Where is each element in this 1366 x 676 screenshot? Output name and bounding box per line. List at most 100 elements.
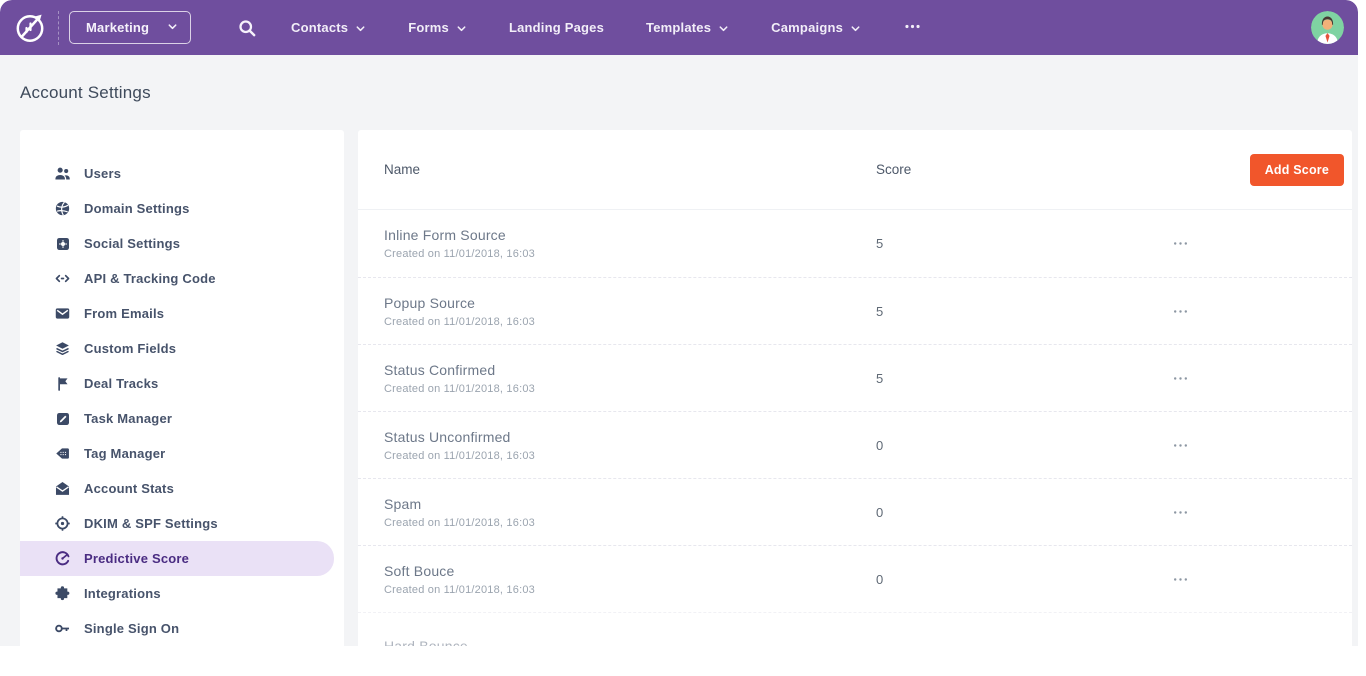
sidebar-item-single-sign-on[interactable]: Single Sign On bbox=[20, 611, 334, 646]
social-gear-icon bbox=[54, 235, 71, 252]
predictive-score-panel: Name Score Add Score Inline Form Source C… bbox=[358, 130, 1352, 646]
row-name-cell: Inline Form Source Created on 11/01/2018,… bbox=[384, 227, 876, 260]
row-menu-button[interactable] bbox=[1172, 370, 1196, 387]
nav-item-label: Forms bbox=[408, 20, 449, 35]
engagebay-logo[interactable] bbox=[12, 9, 50, 47]
row-score-value: 0 bbox=[876, 505, 1172, 520]
sidebar-item-label: Domain Settings bbox=[84, 201, 190, 216]
nav-item-label: Landing Pages bbox=[509, 20, 604, 35]
score-row-status-confirmed: Status Confirmed Created on 11/01/2018, 1… bbox=[358, 344, 1352, 411]
nav-item-label: Templates bbox=[646, 20, 711, 35]
score-row-soft-bouce: Soft BouceCreated on 11/01/2018, 16:030 bbox=[358, 545, 1352, 612]
row-score-value: 5 bbox=[876, 236, 1172, 251]
sidebar-item-predictive-score[interactable]: Predictive Score bbox=[20, 541, 334, 576]
score-row-popup-source: Popup SourceCreated on 11/01/2018, 16:03… bbox=[358, 277, 1352, 344]
dots-horizontal-icon bbox=[903, 17, 922, 39]
sidebar-item-label: Predictive Score bbox=[84, 551, 189, 566]
content-area: Users Domain Settings Social Settings API &… bbox=[0, 130, 1358, 646]
nav-item-label: Campaigns bbox=[771, 20, 843, 35]
sidebar-item-tag-manager[interactable]: Tag Manager bbox=[20, 436, 334, 471]
nav-item-templates[interactable]: Templates bbox=[646, 12, 729, 43]
score-row-inline-form-source: Inline Form Source Created on 11/01/2018,… bbox=[358, 210, 1352, 277]
sidebar-item-social-settings[interactable]: Social Settings bbox=[20, 226, 334, 261]
row-name: Popup Source bbox=[384, 295, 876, 311]
chevron-down-icon bbox=[167, 20, 178, 35]
sidebar-item-account-stats[interactable]: Account Stats bbox=[20, 471, 334, 506]
row-menu-button[interactable] bbox=[1172, 504, 1196, 521]
top-navigation-bar: Marketing Contacts Forms Landing Pages Temp… bbox=[0, 0, 1358, 55]
search-icon[interactable] bbox=[237, 18, 257, 38]
chevron-down-icon bbox=[355, 23, 366, 34]
row-name: Soft Bouce bbox=[384, 563, 876, 579]
row-name-cell: Hard Bounce bbox=[384, 638, 876, 646]
row-name: Hard Bounce bbox=[384, 638, 876, 646]
chevron-down-icon bbox=[456, 23, 467, 34]
row-name-cell: Status Unconfirmed Created on 11/01/2018,… bbox=[384, 429, 876, 462]
chevron-down-icon bbox=[718, 23, 729, 34]
nav-item-more[interactable] bbox=[903, 9, 922, 47]
sidebar-item-label: Tag Manager bbox=[84, 446, 165, 461]
sidebar-item-deal-tracks[interactable]: Deal Tracks bbox=[20, 366, 334, 401]
sidebar-item-label: Custom Fields bbox=[84, 341, 176, 356]
row-name: Inline Form Source bbox=[384, 227, 876, 243]
user-avatar[interactable] bbox=[1311, 11, 1344, 44]
sidebar-item-label: DKIM & SPF Settings bbox=[84, 516, 218, 531]
row-created-timestamp: Created on 11/01/2018, 16:03 bbox=[384, 248, 876, 260]
chevron-down-icon bbox=[850, 23, 861, 34]
score-row-spam: Spam Created on 11/01/2018, 16:030 bbox=[358, 478, 1352, 545]
score-row-hard-bounce: Hard Bounce bbox=[358, 612, 1352, 646]
column-header-name: Name bbox=[384, 162, 876, 177]
row-created-timestamp: Created on 11/01/2018, 16:03 bbox=[384, 517, 876, 529]
sidebar-item-from-emails[interactable]: From Emails bbox=[20, 296, 334, 331]
gauge-icon bbox=[54, 550, 71, 567]
row-created-timestamp: Created on 11/01/2018, 16:03 bbox=[384, 383, 876, 395]
row-name: Spam bbox=[384, 496, 876, 512]
table-header: Name Score Add Score bbox=[358, 130, 1352, 210]
row-name: Status Confirmed bbox=[384, 362, 876, 378]
sidebar-item-custom-fields[interactable]: Custom Fields bbox=[20, 331, 334, 366]
sidebar-item-label: API & Tracking Code bbox=[84, 271, 216, 286]
sidebar-item-label: Single Sign On bbox=[84, 621, 179, 636]
sidebar-item-users[interactable]: Users bbox=[20, 156, 334, 191]
envelope-icon bbox=[54, 305, 71, 322]
nav-item-contacts[interactable]: Contacts bbox=[291, 12, 366, 43]
sidebar-item-label: Integrations bbox=[84, 586, 161, 601]
sidebar-item-dkim-spf-settings[interactable]: DKIM & SPF Settings bbox=[20, 506, 334, 541]
settings-sidebar: Users Domain Settings Social Settings API &… bbox=[20, 130, 344, 646]
column-header-score: Score bbox=[876, 162, 1250, 177]
nav-item-campaigns[interactable]: Campaigns bbox=[771, 12, 861, 43]
row-name-cell: Spam Created on 11/01/2018, 16:03 bbox=[384, 496, 876, 529]
app-switcher-label: Marketing bbox=[86, 20, 149, 35]
row-menu-button[interactable] bbox=[1172, 303, 1196, 320]
app-window: Marketing Contacts Forms Landing Pages Temp… bbox=[0, 0, 1358, 646]
row-name: Status Unconfirmed bbox=[384, 429, 876, 445]
row-score-value: 5 bbox=[876, 371, 1172, 386]
nav-item-landing-pages[interactable]: Landing Pages bbox=[509, 12, 604, 43]
main-nav: Contacts Forms Landing Pages Templates Campa… bbox=[291, 9, 922, 47]
row-menu-button[interactable] bbox=[1172, 571, 1196, 588]
open-envelope-icon bbox=[54, 480, 71, 497]
topbar-divider bbox=[58, 11, 59, 45]
page-header: Account Settings bbox=[0, 55, 1358, 130]
code-icon bbox=[54, 270, 71, 287]
add-score-button[interactable]: Add Score bbox=[1250, 154, 1344, 186]
sidebar-item-api-tracking-code[interactable]: API & Tracking Code bbox=[20, 261, 334, 296]
row-created-timestamp: Created on 11/01/2018, 16:03 bbox=[384, 584, 876, 596]
globe-icon bbox=[54, 200, 71, 217]
sidebar-item-label: Users bbox=[84, 166, 121, 181]
row-menu-button[interactable] bbox=[1172, 235, 1196, 252]
app-switcher-button[interactable]: Marketing bbox=[69, 11, 191, 44]
sidebar-item-integrations[interactable]: Integrations bbox=[20, 576, 334, 611]
nav-item-forms[interactable]: Forms bbox=[408, 12, 467, 43]
row-name-cell: Popup SourceCreated on 11/01/2018, 16:03 bbox=[384, 295, 876, 328]
sidebar-item-domain-settings[interactable]: Domain Settings bbox=[20, 191, 334, 226]
score-rows: Inline Form Source Created on 11/01/2018,… bbox=[358, 210, 1352, 646]
row-created-timestamp: Created on 11/01/2018, 16:03 bbox=[384, 450, 876, 462]
sidebar-item-task-manager[interactable]: Task Manager bbox=[20, 401, 334, 436]
row-name-cell: Soft Bouce Created on 11/01/2018, 16:03 bbox=[384, 563, 876, 596]
sidebar-item-label: Account Stats bbox=[84, 481, 174, 496]
row-menu-button[interactable] bbox=[1172, 437, 1196, 454]
target-icon bbox=[54, 515, 71, 532]
page-title: Account Settings bbox=[20, 83, 151, 103]
key-icon bbox=[54, 620, 71, 637]
